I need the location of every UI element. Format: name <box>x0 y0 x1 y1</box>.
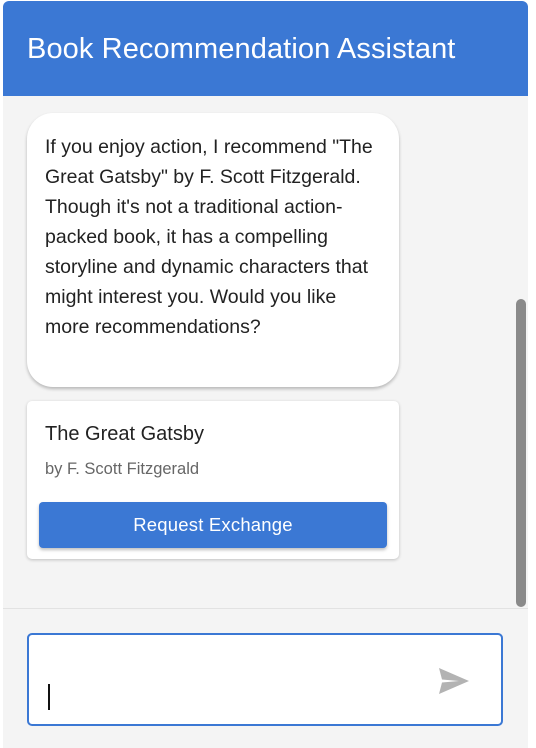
book-title: The Great Gatsby <box>45 423 204 445</box>
chat-app: Book Recommendation Assistant If you enj… <box>0 0 536 748</box>
window-edge <box>528 0 536 748</box>
send-icon <box>439 668 469 694</box>
text-caret <box>48 684 50 710</box>
send-button[interactable] <box>433 663 473 699</box>
chat-scrollbar-thumb[interactable] <box>516 299 526 607</box>
request-exchange-button[interactable]: Request Exchange <box>39 502 387 548</box>
chat-messages-area[interactable]: If you enjoy action, I recommend "The Gr… <box>3 96 528 608</box>
assistant-message-text: If you enjoy action, I recommend "The Gr… <box>45 136 373 338</box>
message-input[interactable] <box>45 679 425 709</box>
app-header: Book Recommendation Assistant <box>3 1 528 96</box>
assistant-message-bubble: If you enjoy action, I recommend "The Gr… <box>27 113 399 387</box>
message-composer <box>3 608 528 748</box>
book-recommendation-card: The Great Gatsby by F. Scott Fitzgerald … <box>27 401 399 559</box>
app-title: Book Recommendation Assistant <box>27 33 456 65</box>
chat-scrollbar[interactable] <box>513 96 528 608</box>
book-author: by F. Scott Fitzgerald <box>45 460 200 478</box>
message-input-box[interactable] <box>27 633 503 726</box>
